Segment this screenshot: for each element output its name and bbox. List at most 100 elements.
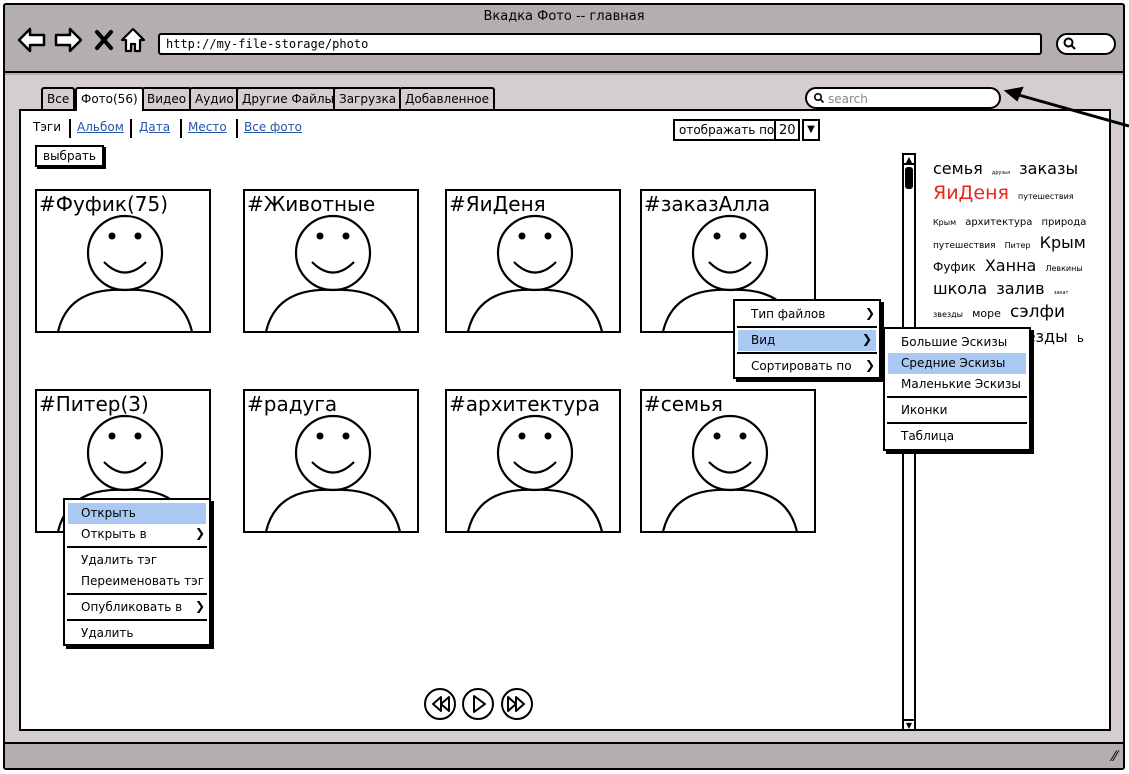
tag-cloud-item[interactable]: Крым [1040,233,1086,252]
menu-item-open[interactable]: Открыть [68,503,206,524]
photo-thumbnail[interactable]: #семья [640,389,816,533]
search-icon [813,92,825,104]
tab-audio[interactable]: Аудио [189,87,240,109]
menu-item-view[interactable]: Вид ❯ [738,330,876,351]
menu-item-rename-tag[interactable]: Переименовать тэг [65,571,209,592]
chevron-right-icon: ❯ [864,358,875,372]
menu-item-sort-by[interactable]: Сортировать по ❯ [735,356,879,377]
tab-photo[interactable]: Фото(56) [75,87,144,111]
photo-tag-label: #архитектура [449,392,601,416]
menu-item-label: Удалить тэг [81,553,158,567]
menu-item-large-thumbs[interactable]: Большие Эскизы [885,332,1029,353]
chevron-down-icon[interactable]: ▼ [802,119,820,141]
filter-all-photos[interactable]: Все фото [244,120,302,134]
menu-item-label: Переименовать тэг [81,574,205,588]
tag-cloud-item[interactable]: сэлфи [1010,302,1065,322]
tag-cloud-item[interactable]: ЯиДеня [933,182,1009,204]
tag-cloud-item[interactable]: Питер [1005,241,1031,250]
photo-thumbnail[interactable]: #Животные [243,189,419,333]
menu-item-publish-to[interactable]: Опубликовать в ❯ [65,597,209,618]
scroll-up-icon[interactable]: ▲ [904,155,914,165]
chevron-right-icon: ❯ [861,332,872,346]
tab-upload[interactable]: Загрузка [333,87,403,109]
photo-thumbnail[interactable]: #архитектура [445,389,621,533]
photo-tag-label: #семья [644,392,723,416]
menu-separator [67,593,207,595]
tag-cloud-item[interactable]: путешествия [1018,192,1074,201]
tab-video[interactable]: Видео [141,87,193,109]
tab-all[interactable]: Все [41,87,76,109]
tag-cloud-item[interactable]: путешествия [933,241,996,251]
browser-window: Вкадка Фото -- главная http://my-file-st… [3,3,1125,770]
forward-arrow-icon[interactable] [53,25,83,55]
photo-tag-label: #Животные [247,192,376,216]
menu-item-label: Тип файлов [751,307,826,321]
filter-album[interactable]: Альбом [77,120,124,134]
tag-cloud-item[interactable]: семья [933,159,983,178]
tag-cloud-item[interactable]: море [972,307,1001,320]
menu-item-label: Удалить [81,626,134,640]
back-arrow-icon[interactable] [17,25,47,55]
photo-thumbnail[interactable]: #ЯиДеня [445,189,621,333]
photo-tag-label: #Питер(3) [39,392,149,416]
tag-cloud-item[interactable]: звезды [933,310,963,319]
tag-cloud-item[interactable]: ь [1077,331,1084,345]
tag-cloud-item[interactable]: Фуфик [933,260,976,274]
scroll-thumb[interactable] [905,167,913,189]
address-bar[interactable]: http://my-file-storage/photo [158,33,1042,55]
filter-separator [236,119,238,138]
tab-other-files[interactable]: Другие Файлы [236,87,341,109]
menu-item-icons[interactable]: Иконки [885,400,1029,421]
menu-separator [67,546,207,548]
home-icon[interactable] [119,25,147,55]
menu-item-label: Сортировать по [751,359,852,373]
menu-item-small-thumbs[interactable]: Маленькие Эскизы [885,374,1029,395]
photo-thumbnail[interactable]: #Фуфик(75) [35,189,211,333]
tag-cloud-item[interactable]: закат [1054,290,1069,296]
filter-separator [180,119,182,138]
browser-search-field[interactable] [1056,33,1116,55]
menu-item-medium-thumbs[interactable]: Средние Эскизы [888,353,1026,374]
tag-cloud-item[interactable]: школа [933,279,987,298]
tag-cloud-item[interactable]: природа [1041,217,1086,228]
menu-item-file-type[interactable]: Тип файлов ❯ [735,304,879,325]
photo-thumbnail[interactable]: #радуга [243,389,419,533]
view-submenu: Большие Эскизы Средние Эскизы Маленькие … [883,327,1031,451]
photo-tag-label: #радуга [247,392,338,416]
search-icon [1063,37,1076,50]
menu-item-delete[interactable]: Удалить [65,623,209,644]
filter-tags[interactable]: Тэги [33,120,61,134]
filter-place[interactable]: Место [188,120,227,134]
menu-item-table[interactable]: Таблица [885,426,1029,447]
menu-separator [67,619,207,621]
display-per-select[interactable]: 20 [774,119,800,141]
menu-item-delete-tag[interactable]: Удалить тэг [65,550,209,571]
tag-cloud-item[interactable]: Левкины [1045,264,1082,273]
menu-item-open-in[interactable]: Открыть в ❯ [65,524,209,545]
window-title: Вкадка Фото -- главная [483,9,645,24]
title-bar: Вкадка Фото -- главная http://my-file-st… [5,5,1123,73]
play-icon[interactable] [461,687,495,721]
scroll-down-icon[interactable]: ▼ [904,719,914,730]
menu-item-label: Вид [751,333,776,347]
photo-content-panel: Тэги Альбом Дата Место Все фото выбрать … [19,109,1111,731]
photo-context-menu: Открыть Открыть в ❯ Удалить тэг Переимено… [63,498,211,646]
menu-item-label: Открыть [81,506,136,520]
filter-date[interactable]: Дата [139,120,170,134]
status-bar: ⁄⁄ [5,742,1123,768]
tag-cloud-item[interactable]: друзья [992,170,1010,176]
tag-cloud-item[interactable]: залив [996,279,1044,298]
tag-cloud-item[interactable]: заказы [1019,159,1078,178]
select-button[interactable]: выбрать [35,145,104,167]
menu-item-label: Опубликовать в [81,600,183,614]
tag-cloud-item[interactable]: Ханна [985,256,1037,275]
tag-cloud-item[interactable]: Крым [933,218,956,227]
resize-grip-icon[interactable]: ⁄⁄ [1112,749,1117,765]
tag-cloud-item[interactable]: архитектура [965,217,1032,228]
stop-icon[interactable] [93,25,115,55]
fast-forward-icon[interactable] [500,687,534,721]
rewind-icon[interactable] [423,687,457,721]
search-input[interactable]: search [805,87,1001,109]
photo-tag-label: #ЯиДеня [449,192,546,216]
tab-added[interactable]: Добавленное [399,87,496,109]
